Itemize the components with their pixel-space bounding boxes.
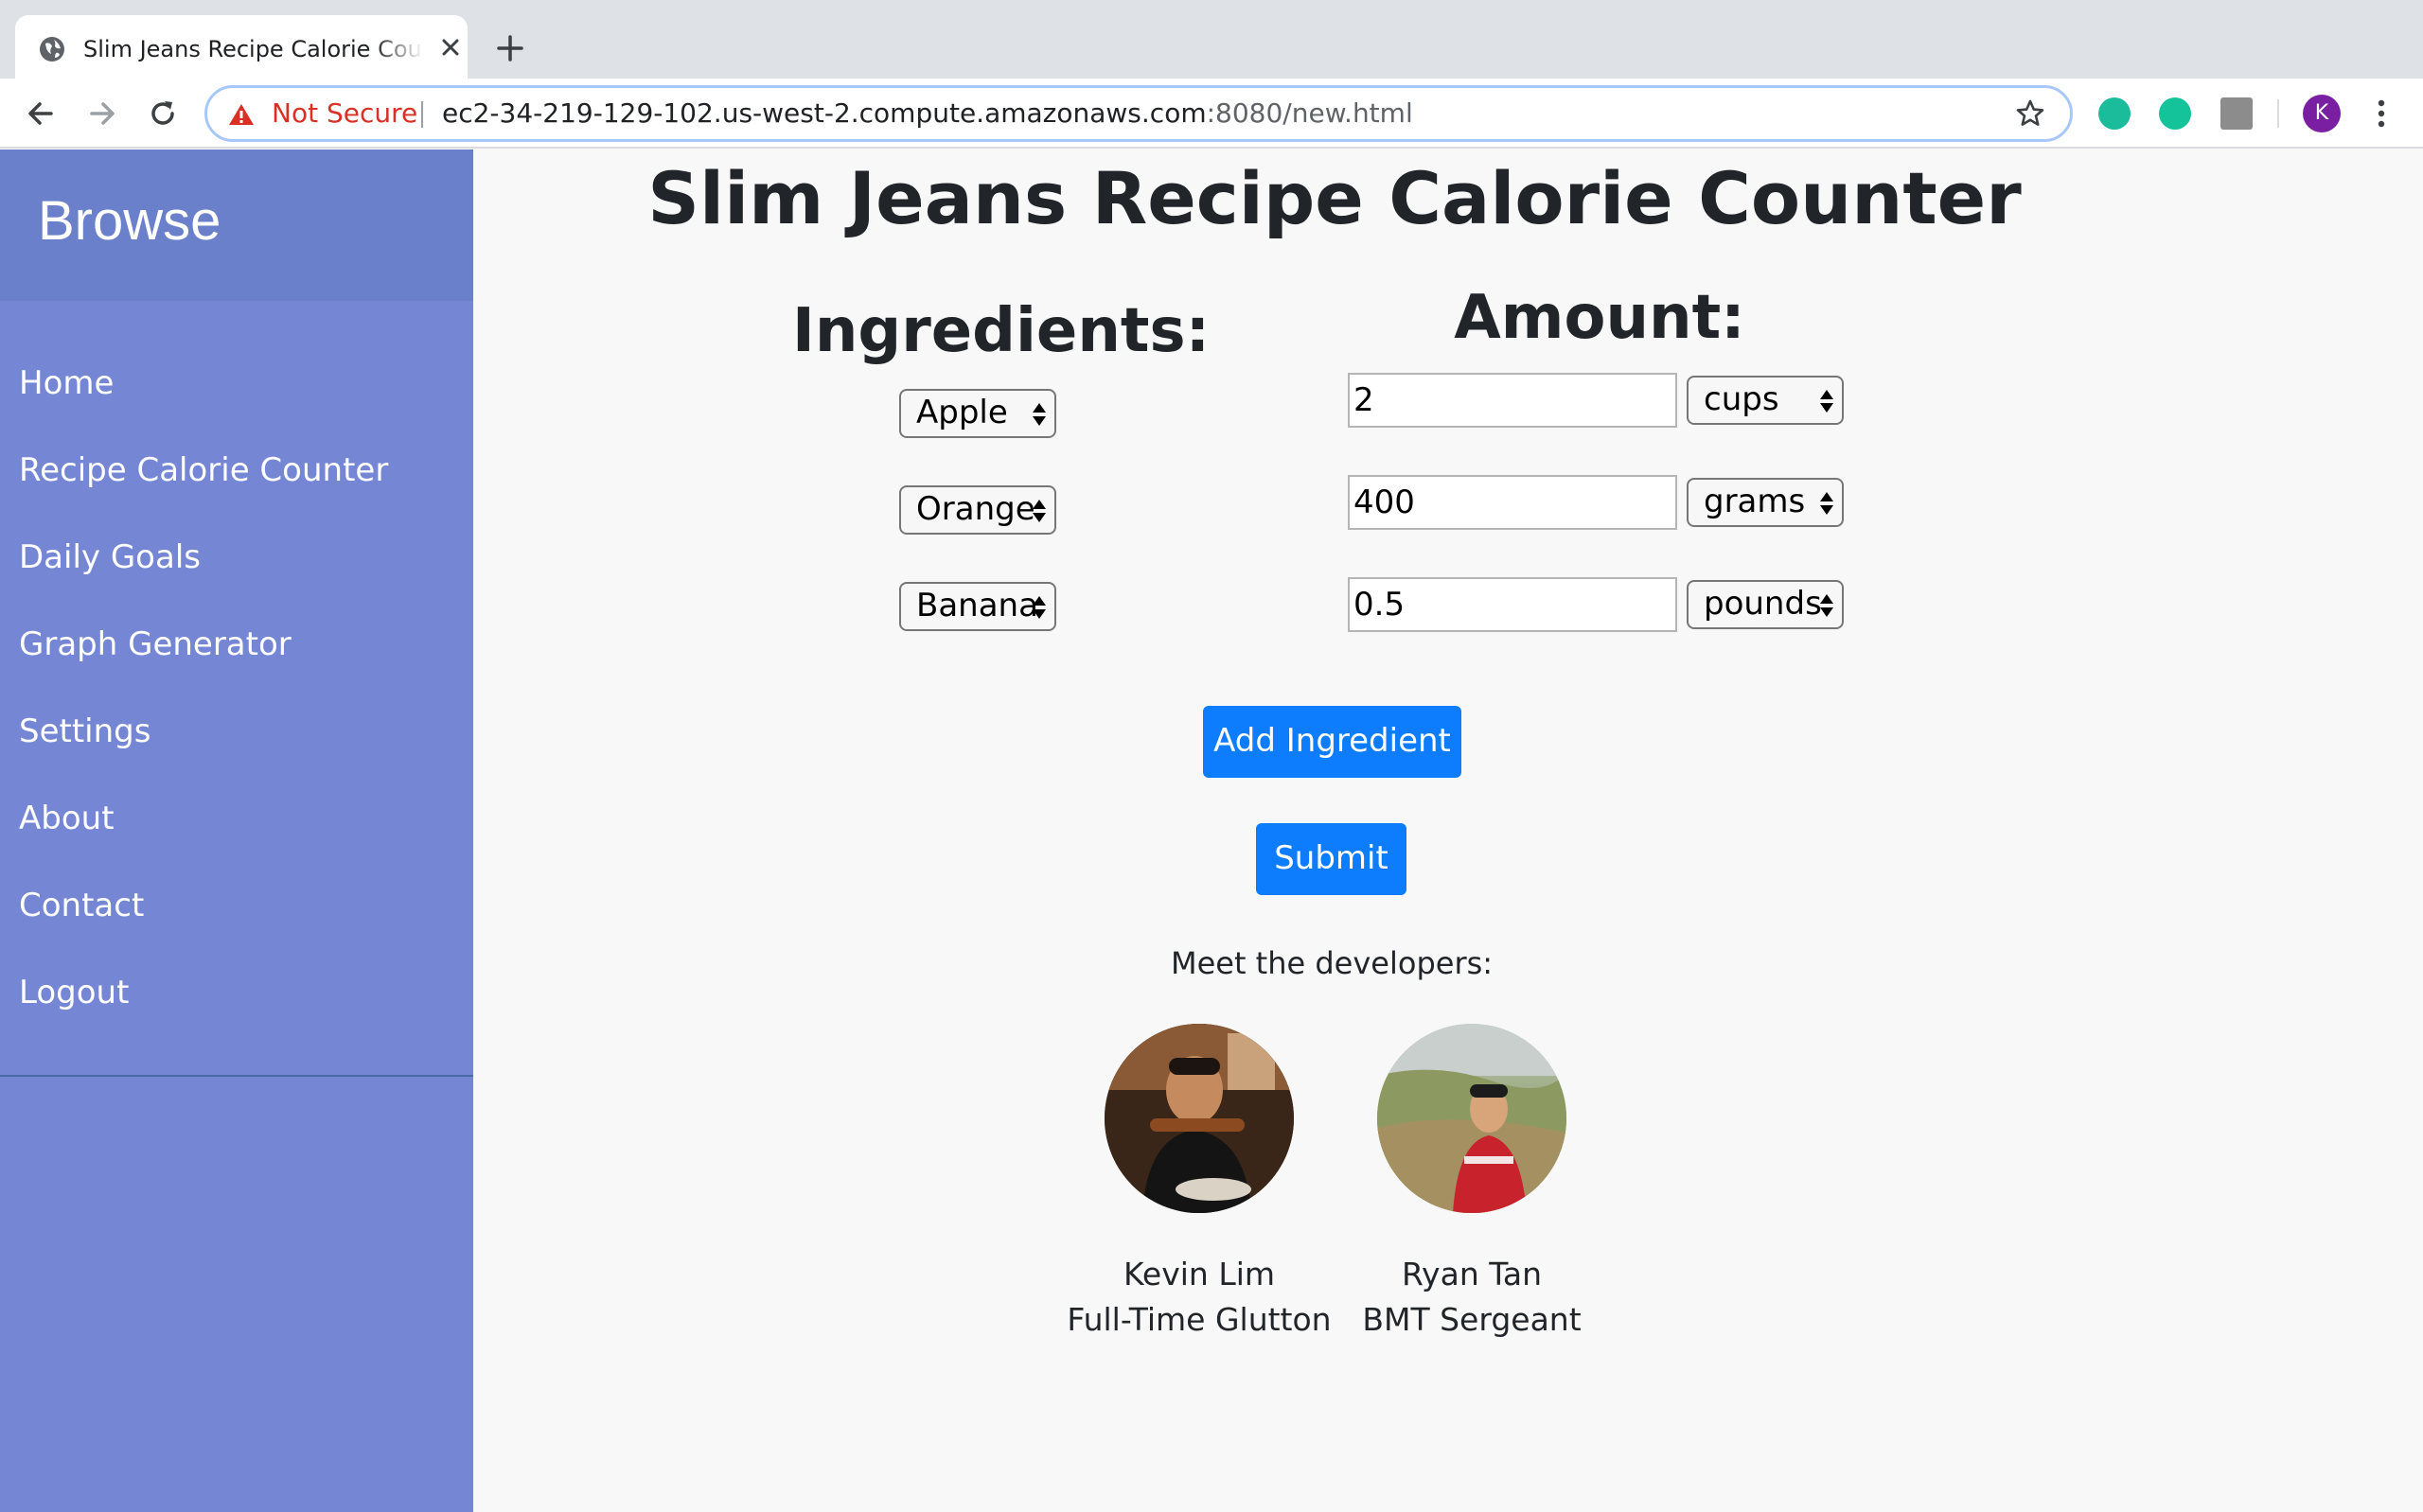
- extension-icon[interactable]: [2098, 97, 2131, 130]
- sidebar-item-about[interactable]: About: [19, 797, 115, 840]
- developer-photo-kevin: [1105, 1024, 1294, 1213]
- url-path: :8080/new.html: [1206, 97, 1413, 129]
- select-arrows-icon: [1033, 403, 1046, 426]
- ingredient-select-value: Banana: [916, 587, 1038, 624]
- menu-dots-icon[interactable]: [2366, 95, 2396, 132]
- sidebar-title: Browse: [38, 190, 221, 252]
- developer-name: Kevin Lim: [1123, 1256, 1276, 1292]
- close-icon[interactable]: [437, 34, 464, 61]
- tab-strip: Slim Jeans Recipe Calorie Counter: [0, 0, 2423, 79]
- tab-title: Slim Jeans Recipe Calorie Counter: [83, 36, 424, 62]
- sidebar-item-graph-generator[interactable]: Graph Generator: [19, 623, 292, 666]
- unit-select[interactable]: grams: [1687, 478, 1844, 527]
- star-icon[interactable]: [2015, 98, 2045, 129]
- sidebar-item-home[interactable]: Home: [19, 361, 114, 405]
- ingredients-heading: Ingredients:: [792, 296, 1211, 366]
- unit-select-value: pounds: [1704, 585, 1822, 623]
- back-arrow-icon[interactable]: [25, 97, 57, 130]
- profile-avatar[interactable]: K: [2303, 95, 2341, 132]
- unit-select[interactable]: cups: [1687, 376, 1844, 425]
- select-arrows-icon: [1820, 594, 1833, 617]
- developer-photo-ryan-art: [1377, 1024, 1566, 1213]
- sidebar-item-settings[interactable]: Settings: [19, 710, 150, 753]
- unit-select[interactable]: pounds: [1687, 580, 1844, 629]
- select-arrows-icon: [1820, 390, 1833, 413]
- grammarly-extension-icon[interactable]: [2159, 97, 2191, 130]
- sidebar: Browse Home Recipe Calorie Counter Daily…: [0, 149, 473, 1512]
- meet-developers-label: Meet the developers:: [1170, 945, 1494, 981]
- sidebar-item-recipe-calorie-counter[interactable]: Recipe Calorie Counter: [19, 448, 388, 492]
- select-arrows-icon: [1033, 500, 1046, 522]
- sidebar-item-daily-goals[interactable]: Daily Goals: [19, 536, 201, 579]
- select-arrows-icon: [1033, 596, 1046, 619]
- developer-photo-kevin-art: [1105, 1024, 1294, 1213]
- security-status[interactable]: Not Secure: [272, 97, 417, 130]
- sidebar-item-contact[interactable]: Contact: [19, 884, 144, 927]
- toolbar-divider: [2277, 99, 2279, 128]
- unit-select-value: grams: [1704, 483, 1806, 520]
- address-divider: [421, 101, 423, 128]
- page-title: Slim Jeans Recipe Calorie Counter: [647, 156, 2022, 240]
- amount-input[interactable]: 400: [1348, 475, 1677, 530]
- ingredient-select[interactable]: Apple: [899, 389, 1056, 438]
- camera-extension-icon[interactable]: [2220, 97, 2253, 130]
- select-arrows-icon: [1820, 492, 1833, 515]
- ingredient-select[interactable]: Banana: [899, 582, 1056, 631]
- url-host: ec2-34-219-129-102.us-west-2.compute.ama…: [442, 97, 1207, 129]
- sidebar-item-logout[interactable]: Logout: [19, 971, 129, 1014]
- plus-icon[interactable]: [494, 32, 526, 64]
- amount-heading: Amount:: [1454, 283, 1745, 353]
- browser-toolbar: Not Secure ec2-34-219-129-102.us-west-2.…: [0, 79, 2423, 149]
- reload-icon[interactable]: [147, 97, 179, 130]
- developer-role: BMT Sergeant: [1362, 1301, 1582, 1338]
- url-text[interactable]: ec2-34-219-129-102.us-west-2.compute.ama…: [442, 97, 1413, 130]
- submit-button[interactable]: Submit: [1256, 823, 1406, 895]
- sidebar-divider: [0, 1075, 473, 1077]
- browser-tab[interactable]: Slim Jeans Recipe Calorie Counter: [15, 15, 468, 79]
- developer-name: Ryan Tan: [1401, 1256, 1543, 1292]
- amount-input[interactable]: 0.5: [1348, 577, 1677, 632]
- address-bar[interactable]: Not Secure ec2-34-219-129-102.us-west-2.…: [204, 85, 2073, 142]
- ingredient-select[interactable]: Orange: [899, 485, 1056, 535]
- forward-arrow-icon[interactable]: [86, 97, 118, 130]
- unit-select-value: cups: [1704, 380, 1779, 418]
- ingredient-select-value: Orange: [916, 490, 1035, 528]
- globe-icon: [40, 37, 64, 62]
- warning-icon: [229, 104, 254, 125]
- sidebar-header: Browse: [0, 149, 473, 301]
- developer-photo-ryan: [1377, 1024, 1566, 1213]
- ingredient-select-value: Apple: [916, 394, 1008, 431]
- developer-role: Full-Time Glutton: [1067, 1301, 1332, 1338]
- amount-input[interactable]: 2: [1348, 373, 1677, 428]
- add-ingredient-button[interactable]: Add Ingredient: [1203, 706, 1461, 778]
